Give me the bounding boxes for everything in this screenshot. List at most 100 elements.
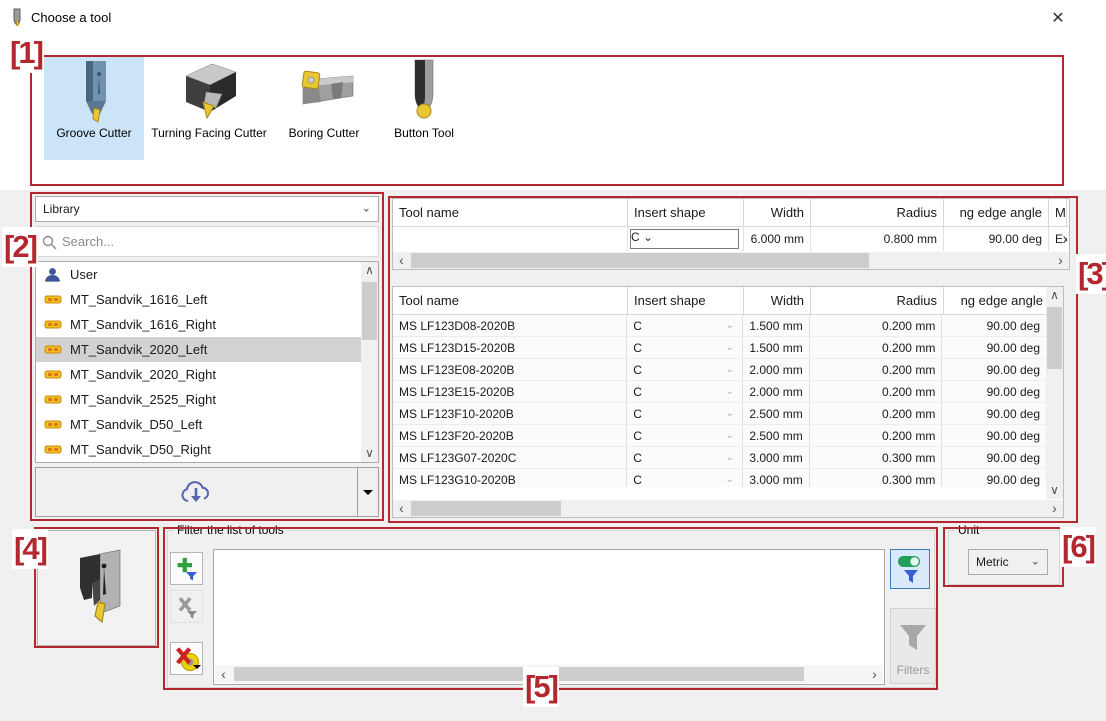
- scroll-down-icon[interactable]: ∨: [361, 445, 378, 462]
- width-cell: 1.500 mm: [743, 337, 810, 358]
- library-item[interactable]: MT_Sandvik_2020_Left: [36, 337, 378, 362]
- scroll-right-icon[interactable]: ›: [1052, 252, 1069, 269]
- radius-filter-cell[interactable]: 0.800 mm: [811, 227, 944, 251]
- width-cell: 3.000 mm: [743, 447, 810, 468]
- table-row[interactable]: MS LF123F10-2020BC⌄2.500 mm0.200 mm90.00…: [393, 403, 1047, 425]
- tool-type-toolbar: Groove Cutter Turning Facing Cutter Bori…: [44, 56, 474, 160]
- library-list-scrollbar[interactable]: ∧ ∨: [361, 262, 378, 462]
- library-item[interactable]: User: [36, 262, 378, 287]
- enable-filters-toggle-button[interactable]: [890, 549, 930, 589]
- tool-type-label: Turning Facing Cutter: [144, 126, 274, 141]
- width-filter-cell[interactable]: 6.000 mm: [744, 227, 811, 251]
- scroll-down-icon[interactable]: ∨: [1046, 482, 1063, 499]
- col-mount[interactable]: M: [1049, 199, 1067, 226]
- download-library-button[interactable]: [36, 468, 356, 516]
- scrollbar-thumb[interactable]: [362, 282, 377, 340]
- edge-angle-cell: 90.00 deg: [942, 447, 1047, 468]
- choose-a-tool-dialog: Choose a tool ✕ Groove Cutter Tu: [0, 0, 1106, 721]
- library-item[interactable]: MT_Sandvik_1616_Right: [36, 312, 378, 337]
- insert-shape-cell: C⌄: [627, 425, 743, 446]
- tool-type-groove-cutter[interactable]: Groove Cutter: [44, 56, 144, 160]
- edge-angle-filter-cell[interactable]: 90.00 deg: [944, 227, 1049, 251]
- tool-type-button-tool[interactable]: Button Tool: [374, 56, 474, 160]
- width-cell: 2.500 mm: [743, 425, 810, 446]
- close-button[interactable]: ✕: [1046, 8, 1070, 30]
- unit-dropdown[interactable]: Metric ⌄: [968, 549, 1048, 575]
- chevron-down-icon: ⌄: [643, 230, 653, 244]
- library-item[interactable]: MT_Sandvik_D50_Right: [36, 437, 378, 462]
- col-edge-angle[interactable]: ng edge angle: [944, 199, 1049, 226]
- remove-filter-button[interactable]: [170, 590, 203, 623]
- boring-cutter-icon: [291, 58, 357, 124]
- library-item[interactable]: MT_Sandvik_2020_Right: [36, 362, 378, 387]
- tool-type-label: Boring Cutter: [274, 126, 374, 141]
- tool-type-label: Groove Cutter: [44, 126, 144, 141]
- insert-shape-dropdown[interactable]: C ⌄: [630, 229, 739, 249]
- library-item[interactable]: MT_Sandvik_D50_Left: [36, 412, 378, 437]
- unit-group-title: Unit: [955, 523, 982, 537]
- tool-type-turning-facing-cutter[interactable]: Turning Facing Cutter: [144, 56, 274, 160]
- add-filter-icon: [175, 557, 199, 581]
- table-row[interactable]: MS LF123D15-2020BC⌄1.500 mm0.200 mm90.00…: [393, 337, 1047, 359]
- tool-name-filter-cell[interactable]: [393, 227, 628, 251]
- scrollbar-thumb[interactable]: [411, 253, 869, 268]
- add-filter-button[interactable]: [170, 552, 203, 585]
- selected-tool-preview: [37, 530, 156, 646]
- tool-type-boring-cutter[interactable]: Boring Cutter: [274, 56, 374, 160]
- chevron-down-icon: ⌄: [1031, 554, 1040, 567]
- results-hscrollbar[interactable]: ‹ ›: [393, 500, 1063, 517]
- col-insert-shape[interactable]: Insert shape: [628, 287, 744, 314]
- table-row[interactable]: MS LF123G07-2020CC⌄3.000 mm0.300 mm90.00…: [393, 447, 1047, 469]
- scroll-left-icon[interactable]: ‹: [393, 500, 410, 517]
- col-insert-shape[interactable]: Insert shape: [628, 199, 744, 226]
- clear-filters-button[interactable]: [170, 642, 203, 675]
- spec-filter-row: C ⌄ 6.000 mm 0.800 mm 90.00 deg Ext: [393, 227, 1069, 251]
- width-cell: 2.500 mm: [743, 403, 810, 424]
- scrollbar-thumb[interactable]: [411, 501, 561, 516]
- col-radius[interactable]: Radius: [811, 199, 944, 226]
- library-item-label: MT_Sandvik_D50_Right: [70, 442, 211, 457]
- insert-shape-filter-cell: C ⌄: [628, 227, 744, 251]
- library-item-label: MT_Sandvik_2020_Left: [70, 342, 207, 357]
- library-item-label: MT_Sandvik_2020_Right: [70, 367, 216, 382]
- table-row[interactable]: MS LF123F20-2020BC⌄2.500 mm0.200 mm90.00…: [393, 425, 1047, 447]
- spec-table-hscrollbar[interactable]: ‹ ›: [393, 252, 1069, 269]
- groove-cutter-preview-icon: [54, 540, 140, 636]
- col-tool-name[interactable]: Tool name: [393, 199, 628, 226]
- scroll-left-icon[interactable]: ‹: [393, 252, 410, 269]
- scrollbar-thumb[interactable]: [1047, 307, 1062, 369]
- library-item[interactable]: MT_Sandvik_1616_Left: [36, 287, 378, 312]
- scroll-left-icon[interactable]: ‹: [215, 666, 232, 683]
- library-item-label: MT_Sandvik_1616_Right: [70, 317, 216, 332]
- mount-filter-cell[interactable]: Ext: [1049, 227, 1067, 251]
- col-tool-name[interactable]: Tool name: [393, 287, 628, 314]
- scroll-up-icon[interactable]: ∧: [361, 262, 378, 279]
- search-input[interactable]: [62, 230, 362, 253]
- library-item[interactable]: MT_Sandvik_2525_Right: [36, 387, 378, 412]
- scroll-right-icon[interactable]: ›: [866, 666, 883, 683]
- tool-name-cell: MS LF123D08-2020B: [393, 315, 627, 336]
- chevron-down-icon: ⌄: [726, 408, 734, 419]
- col-width[interactable]: Width: [744, 287, 811, 314]
- filter-list[interactable]: ‹ ›: [213, 549, 885, 685]
- col-edge-angle[interactable]: ng edge angle: [944, 287, 1049, 314]
- results-vscrollbar[interactable]: ∧ ∨: [1046, 287, 1063, 499]
- button-tool-icon: [391, 58, 457, 124]
- table-row[interactable]: MS LF123D08-2020BC⌄1.500 mm0.200 mm90.00…: [393, 315, 1047, 337]
- radius-cell: 0.200 mm: [810, 425, 943, 446]
- library-dropdown[interactable]: Library ⌄: [35, 196, 379, 222]
- col-width[interactable]: Width: [744, 199, 811, 226]
- table-row[interactable]: MS LF123E08-2020BC⌄2.000 mm0.200 mm90.00…: [393, 359, 1047, 381]
- tool-name-cell: MS LF123D15-2020B: [393, 337, 627, 358]
- groove-cutter-icon: [61, 58, 127, 124]
- table-row[interactable]: MS LF123E15-2020BC⌄2.000 mm0.200 mm90.00…: [393, 381, 1047, 403]
- edge-angle-cell: 90.00 deg: [942, 381, 1047, 402]
- download-options-dropdown[interactable]: [358, 468, 379, 516]
- title-bar: Choose a tool ✕: [0, 0, 1106, 36]
- col-radius[interactable]: Radius: [811, 287, 944, 314]
- scroll-up-icon[interactable]: ∧: [1046, 287, 1063, 304]
- scroll-right-icon[interactable]: ›: [1046, 500, 1063, 517]
- table-row[interactable]: MS LF123G10-2020BC⌄3.000 mm0.300 mm90.00…: [393, 469, 1047, 487]
- scrollbar-thumb[interactable]: [234, 667, 804, 681]
- filters-button[interactable]: Filters: [890, 608, 936, 684]
